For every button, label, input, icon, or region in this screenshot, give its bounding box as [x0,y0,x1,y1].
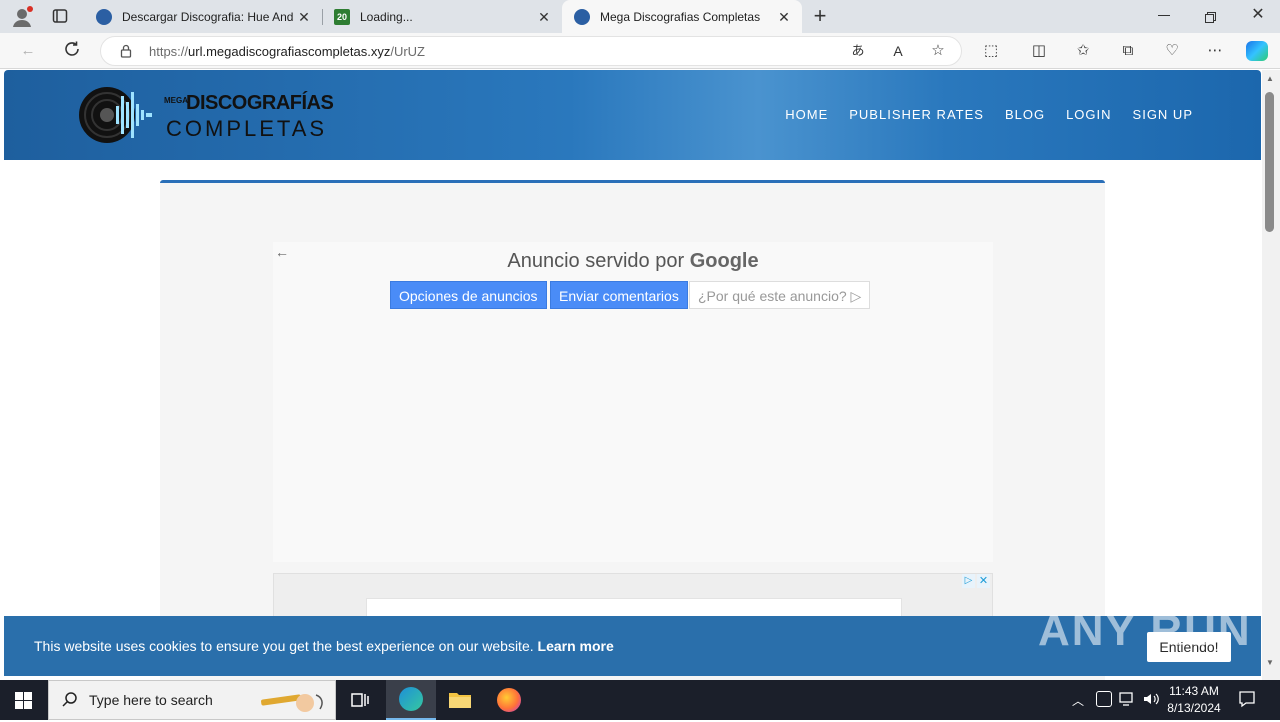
nav-sign-up[interactable]: SIGN UP [1133,107,1193,122]
site-favicon-icon [574,8,590,25]
notifications-icon[interactable] [1238,690,1256,708]
extensions-icon[interactable]: ⬚ [980,40,1002,62]
ad-frame: ← Anuncio servido por Google Opciones de… [273,242,993,562]
back-icon[interactable]: ← [17,40,39,62]
close-tab-icon[interactable]: ✕ [776,9,792,25]
new-tab-icon[interactable]: + [810,5,830,27]
web-page: MEGA DISCOGRAFÍAS COMPLETAS HOME PUBLISH… [0,70,1262,680]
tab-mega-discografias[interactable]: Mega Discografias Completas ✕ [562,0,802,33]
nav-login[interactable]: LOGIN [1066,107,1111,122]
site-logo[interactable]: MEGA DISCOGRAFÍAS COMPLETAS [76,84,334,146]
more-menu-icon[interactable]: ⋯ [1204,40,1226,62]
clock-date: 8/13/2024 [1167,701,1221,715]
logo-sub-text: COMPLETAS [166,116,328,141]
close-tab-icon[interactable]: ✕ [296,9,312,25]
system-clock[interactable]: 11:43 AM 8/13/2024 [1164,683,1224,717]
tab-loading[interactable]: 20 Loading... ✕ [322,0,562,33]
file-explorer-icon[interactable] [448,690,472,710]
address-toolbar: ← https://url.megadiscografiascompletas.… [0,33,1280,69]
learn-more-link[interactable]: Learn more [538,638,614,654]
refresh-icon[interactable] [61,40,83,62]
browser-essentials-icon[interactable]: ♡ [1161,40,1183,62]
clock-time: 11:43 AM [1169,684,1219,698]
vinyl-record-icon [79,87,152,143]
site-header: MEGA DISCOGRAFÍAS COMPLETAS HOME PUBLISH… [4,70,1261,160]
scrollbar-thumb[interactable] [1265,92,1274,232]
address-bar[interactable]: https://url.megadiscografiascompletas.xy… [100,36,962,66]
adchoices-icon[interactable]: ▷ [962,574,975,588]
site-favicon-icon [96,8,112,25]
close-window-icon[interactable]: ✕ [1250,7,1266,23]
network-icon[interactable] [1119,691,1137,707]
url-text[interactable]: https://url.megadiscografiascompletas.xy… [149,44,425,59]
favorite-star-icon[interactable]: ☆ [927,40,949,62]
firefox-icon[interactable] [497,688,521,712]
security-tray-icon[interactable] [1096,691,1112,707]
ad-close-icon[interactable]: ✕ [977,574,990,588]
logo-mega-text: MEGA [164,96,188,105]
volume-icon[interactable] [1142,691,1160,707]
nav-home[interactable]: HOME [785,107,828,122]
tab-title: Descargar Discografia: Hue And ( [122,9,296,24]
why-this-ad-button[interactable]: ¿Por qué este anuncio? ▷ [689,281,871,309]
windows-start-icon[interactable] [15,692,32,709]
collections-icon[interactable]: ⧉ [1117,40,1139,62]
favorites-icon[interactable]: ✩ [1072,40,1094,62]
nav-blog[interactable]: BLOG [1005,107,1045,122]
restore-icon[interactable] [1205,10,1216,23]
tab-title: Mega Discografias Completas [600,9,761,24]
ad-served-by-title: Anuncio servido por Google [507,250,759,272]
task-view-icon[interactable] [350,690,370,710]
scroll-down-arrow-icon[interactable]: ▼ [1266,658,1274,667]
close-tab-icon[interactable]: ✕ [536,9,552,25]
edge-taskbar-icon[interactable] [386,680,436,720]
page-scrollbar[interactable]: ▲ ▼ [1262,70,1280,680]
minimize-icon[interactable] [1158,15,1170,16]
ad-options-button[interactable]: Opciones de anuncios [390,281,547,309]
split-screen-icon[interactable]: ◫ [1028,40,1050,62]
tab-actions-icon[interactable] [52,8,68,24]
lock-icon[interactable] [119,44,133,58]
copilot-icon[interactable] [1246,41,1268,61]
windows-taskbar: Type here to search ︿ 11:43 AM 8/13/2024 [0,680,1280,720]
scroll-up-arrow-icon[interactable]: ▲ [1266,74,1274,83]
profile-icon[interactable] [10,5,34,29]
nav-publisher-rates[interactable]: PUBLISHER RATES [849,107,984,122]
loading-favicon-icon: 20 [334,8,350,25]
read-aloud-icon[interactable]: A [887,40,909,62]
taskbar-search[interactable]: Type here to search [48,680,336,720]
main-nav: HOME PUBLISHER RATES BLOG LOGIN SIGN UP [785,107,1193,122]
tab-descargar[interactable]: Descargar Discografia: Hue And ( ✕ [84,0,322,33]
tab-bar: Descargar Discografia: Hue And ( ✕ 20 Lo… [0,0,1280,33]
search-placeholder: Type here to search [89,692,213,708]
search-icon [61,691,79,709]
send-feedback-button[interactable]: Enviar comentarios [550,281,688,309]
cookie-message: This website uses cookies to ensure you … [34,638,614,654]
search-highlight-pencil-icon [261,685,331,717]
play-triangle-icon: ▷ [850,288,862,304]
tab-title: Loading... [360,9,413,24]
logo-main-text: DISCOGRAFÍAS [186,92,334,114]
translate-icon[interactable]: あ [847,40,869,62]
anyrun-watermark: ANY RUN [1038,606,1252,655]
show-hidden-icons-icon[interactable]: ︿ [1072,692,1084,709]
